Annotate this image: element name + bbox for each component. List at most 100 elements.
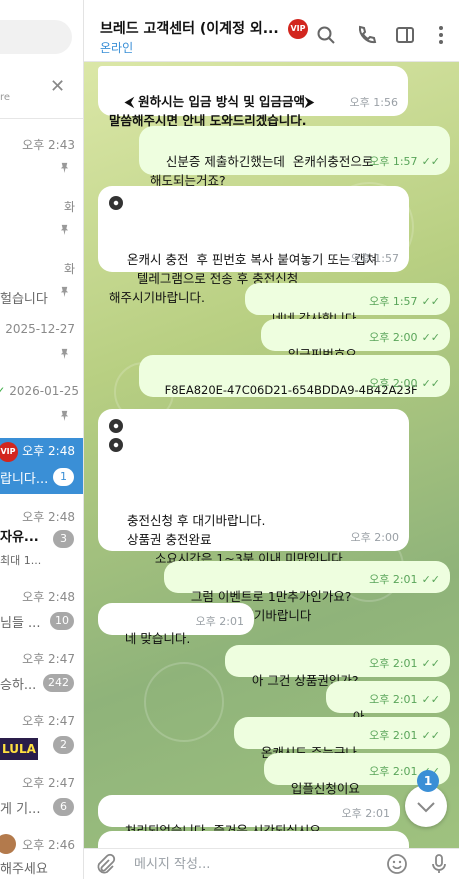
flower-icon [109,438,123,452]
incoming-message-partial[interactable] [98,831,409,848]
vip-avatar-icon: VIP [0,442,18,462]
message-time: 오후 2:01 [195,615,244,628]
unread-badge: 242 [43,674,74,692]
message-time: 오후 2:00 [350,531,399,544]
pin-icon [60,286,69,297]
chat-list-item[interactable]: 화 헐습니다 [0,256,83,318]
chat-preview: 님들 ... [0,616,41,631]
search-input[interactable] [0,20,72,54]
chat-list-item[interactable]: 2025-12-27 [0,318,83,380]
chat-time: 화 [63,200,75,214]
outgoing-message[interactable]: F8EA820E-47C06D21-654BDDA9-4B42A23F 오후 2… [139,355,450,397]
outgoing-message[interactable]: 그럼 이벤트로 1만추가인가요? 오후 2:01 ✓✓ [164,561,450,604]
incoming-message[interactable]: 충전신청 후 대기바랍니다. 상품권 충전완료 소요시간은 1~3분 이내 미만… [98,409,409,623]
incoming-message[interactable]: 처리되었습니다. 즐거운 시간되십시요 오후 2:01 [98,795,400,838]
chat-header: 브레드 고객센터 (이계정 외... VIP 온라인 [84,6,459,62]
search-icon[interactable] [315,24,337,46]
message-time: 오후 2:01 [369,765,418,778]
divider [0,118,83,119]
close-icon[interactable]: ✕ [50,76,65,97]
pin-icon [60,348,69,359]
read-ticks-icon: ✓✓ [421,155,440,168]
chat-time: 오후 2:47 [22,776,75,790]
message-meta: 오후 2:01✓✓ [369,690,440,709]
message-meta: 오후 2:01✓✓ [369,570,440,589]
chat-time: 2025-12-27 [5,322,75,336]
chat-preview: 랍니다... [0,472,49,487]
message-meta: 오후 2:00 ✓✓ [369,374,440,393]
vip-icon: VIP [288,19,308,39]
message-meta: 오후 2:01✓✓ [369,654,440,673]
chat-list-item[interactable]: 오후 2:47 LULA 2 [0,708,83,770]
message-text: 입플신청이요 [290,781,360,796]
pin-icon [60,410,69,421]
chat-list-item[interactable]: ✓ 2026-01-25 [0,380,83,442]
message-text: 신분증 제출하긴했는데 온캐쉬충전으로 해도되는거죠? [150,154,374,188]
chat-preview: 해주세요 [0,862,48,877]
chat-time: 오후 2:48 [22,590,75,604]
read-check-icon: ✓ [0,384,5,398]
message-meta: 오후 2:00 ✓✓ [369,328,440,347]
outgoing-message[interactable]: 온캐시도 주는구나 오후 2:01✓✓ [234,717,450,760]
microphone-icon[interactable] [428,853,450,875]
message-time: 오후 2:01 [341,807,390,820]
unread-badge: 10 [50,612,74,630]
avatar [0,834,16,854]
chat-preview: 승하... [0,678,37,693]
chat-list-item[interactable]: 오후 2:43 [0,132,83,194]
message-meta: 오후 1:57 ✓✓ [369,152,440,171]
incoming-message[interactable]: 네 맞습니다. 오후 2:01 [98,603,254,646]
search-hint: re [0,92,11,103]
unread-count-badge: 1 [417,770,439,792]
sidebar-toggle-icon[interactable] [394,24,416,46]
chat-subpreview: 최대 1... [0,554,42,567]
emoji-icon[interactable] [386,853,408,875]
message-text: ⮜ 원하시는 입금 방식 및 입금금액⮞ 말씀해주시면 안내 도와드리겠습니다. [109,94,315,128]
message-composer [84,848,459,879]
online-status: 온라인 [100,41,134,55]
message-time: 오후 2:00 [369,377,418,390]
read-ticks-icon: ✓✓ [421,295,440,308]
chat-list-item[interactable]: 오후 2:48 님들 ... 10 [0,584,83,646]
chat-time-text: 2026-01-25 [9,384,79,398]
message-time: 오후 1:56 [349,96,398,109]
chat-list-item[interactable]: 오후 2:47 게 기... 6 [0,770,83,832]
pin-icon [60,224,69,235]
phone-icon[interactable] [355,24,377,46]
incoming-message[interactable]: 온캐시 충전 후 핀번호 복사 붙여놓기 또는 캡쳐 텔레그램으로 전송 후 충… [98,186,409,305]
outgoing-message[interactable]: 네네 감사합니다 오후 1:57✓✓ [245,283,450,326]
chat-list-item[interactable]: 오후 2:46 해주세요 [0,832,83,879]
message-time: 오후 2:01 [369,693,418,706]
chat-list-item[interactable]: 화 [0,194,83,256]
chat-preview: 헐습니다 [0,292,48,307]
chat-list-item-active[interactable]: VIP 오후 2:48 랍니다... 1 [0,438,83,494]
read-ticks-icon: ✓✓ [421,657,440,670]
message-area[interactable]: ⮜ 원하시는 입금 방식 및 입금금액⮞ 말씀해주시면 안내 도와드리겠습니다.… [84,62,459,848]
incoming-message[interactable]: ⮜ 원하시는 입금 방식 및 입금금액⮞ 말씀해주시면 안내 도와드리겠습니다.… [98,66,408,128]
unread-badge: 6 [53,798,74,816]
message-input[interactable] [134,853,374,875]
outgoing-message[interactable]: 입금핀번호요 오후 2:00✓✓ [261,319,450,362]
chat-preview: 자유... [0,530,39,545]
paperclip-icon[interactable] [94,853,116,875]
read-ticks-icon: ✓✓ [421,729,440,742]
message-time: 오후 2:01 [369,573,418,586]
more-vertical-icon[interactable] [430,24,452,46]
chat-time: 오후 2:48 [22,510,75,524]
outgoing-message[interactable]: 신분증 제출하긴했는데 온캐쉬충전으로 해도되는거죠? 오후 1:57 ✓✓ [139,126,450,188]
message-time: 오후 1:57 [369,155,418,168]
chat-preview: 게 기... [0,802,41,817]
chat-time: 오후 2:47 [22,652,75,666]
read-ticks-icon: ✓✓ [421,693,440,706]
chat-list-item[interactable]: 오후 2:48 자유... 최대 1... 3 [0,504,83,567]
message-time: 오후 2:01 [369,729,418,742]
unread-badge: 1 [53,468,74,486]
chat-time: 오후 2:48 [22,444,75,458]
chat-list-item[interactable]: 오후 2:47 승하... 242 [0,646,83,708]
chat-title[interactable]: 브레드 고객센터 (이계정 외... [100,18,279,38]
outgoing-message[interactable]: 아 그건 상품권인가? 오후 2:01 ✓✓ [225,645,450,688]
chat-time: 오후 2:47 [22,714,75,728]
outgoing-message[interactable]: 아 오후 2:01✓✓ [326,681,450,724]
message-text: 네 맞습니다. [124,631,191,646]
message-time: 오후 2:01 [369,657,418,670]
